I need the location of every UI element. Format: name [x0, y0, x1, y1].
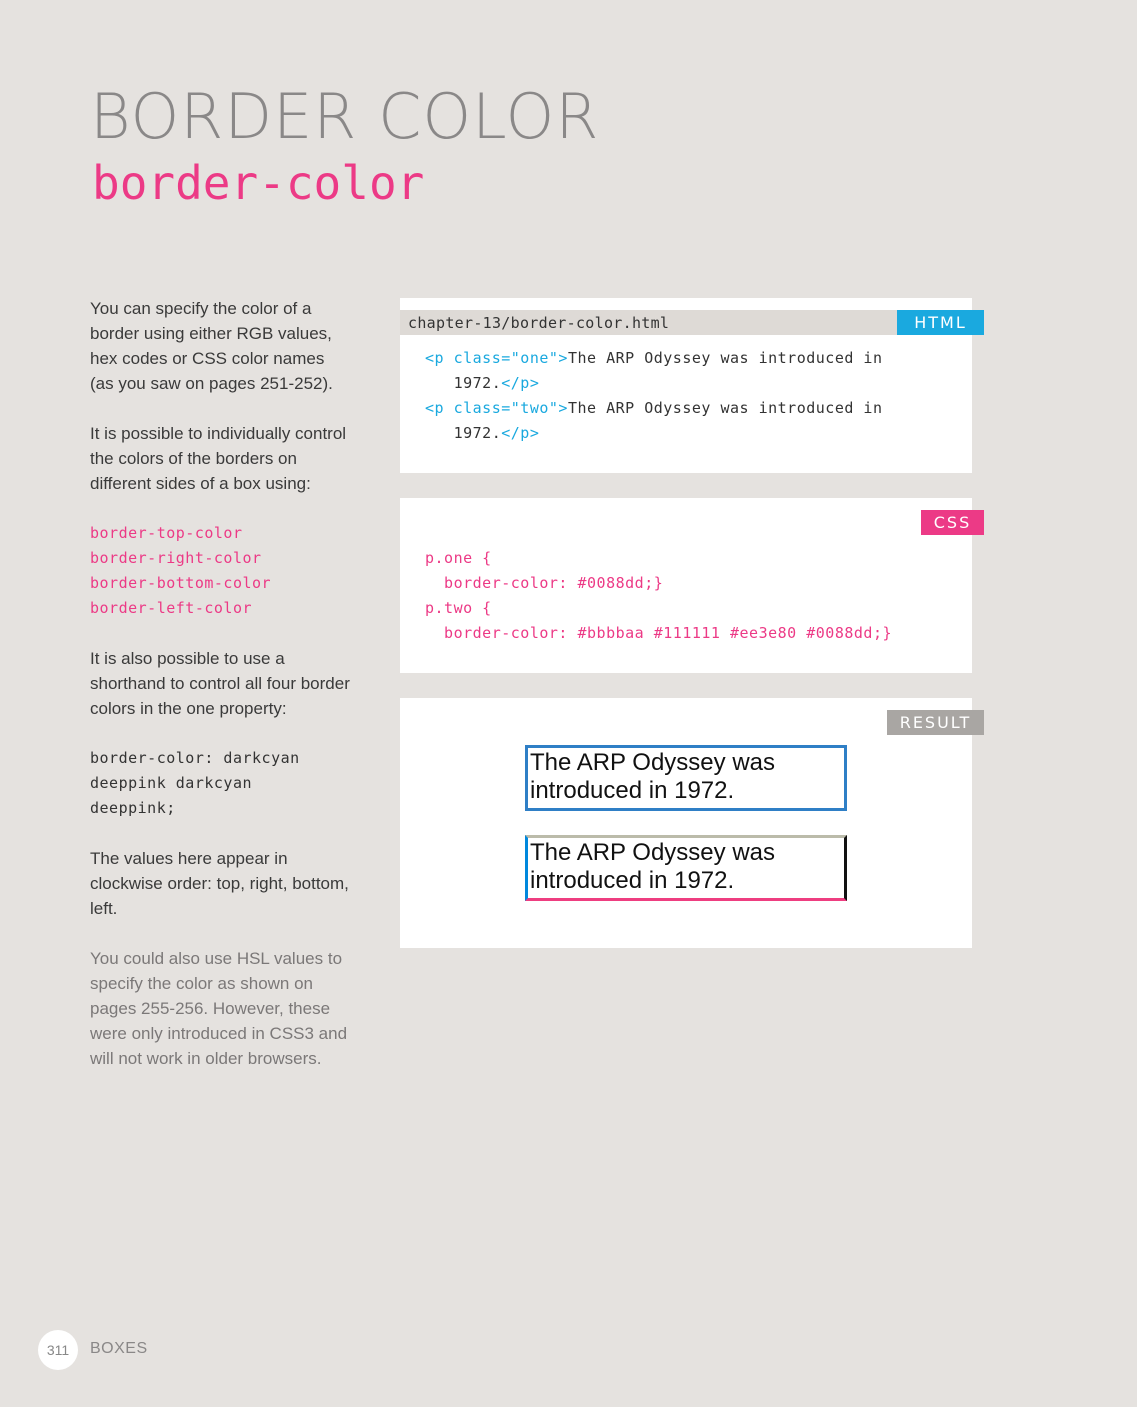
code-tag: </p>: [501, 424, 540, 442]
css-line: border-color: #0088dd;}: [425, 574, 664, 592]
html-code-panel: chapter-13/border-color.html HTML <p cla…: [400, 298, 984, 473]
shorthand-line: border-color: darkcyan: [90, 749, 300, 767]
result-tag: RESULT: [887, 710, 984, 735]
sidebar-paragraph: The values here appear in clockwise orde…: [90, 849, 349, 918]
code-text: The ARP Odyssey was introduced in: [567, 399, 883, 417]
sidebar-text: You can specify the color of a border us…: [90, 296, 352, 1096]
html-code: <p class="one">The ARP Odyssey was intro…: [425, 346, 882, 446]
code-text: 1972.: [453, 374, 502, 392]
css-tag: CSS: [921, 510, 984, 535]
sidebar-paragraph: It is possible to individually control t…: [90, 424, 347, 493]
code-text: 1972.: [453, 424, 502, 442]
css-line: border-color: #bbbbaa #111111 #ee3e80 #0…: [425, 624, 893, 642]
file-bar: chapter-13/border-color.html: [400, 310, 972, 335]
file-name: chapter-13/border-color.html: [408, 314, 670, 332]
property-item: border-bottom-color: [90, 574, 272, 592]
page-title: BORDER COLOR: [90, 80, 600, 153]
result-box-two: The ARP Odyssey was introduced in 1972.: [525, 835, 847, 901]
css-code: p.one { border-color: #0088dd;} p.two { …: [425, 546, 892, 646]
css-code-panel: CSS p.one { border-color: #0088dd;} p.tw…: [400, 498, 984, 673]
shorthand-line: deeppink;: [90, 799, 176, 817]
sidebar-paragraph: It is also possible to use a shorthand t…: [90, 649, 350, 718]
page-number: 311: [38, 1330, 78, 1370]
shorthand-line: deeppink darkcyan: [90, 774, 253, 792]
sidebar-note: You could also use HSL values to specify…: [90, 949, 348, 1068]
html-tag: HTML: [897, 310, 984, 335]
property-list: border-top-color border-right-color bord…: [90, 521, 352, 621]
code-tag: </p>: [501, 374, 540, 392]
page-subtitle: border-color: [92, 156, 425, 210]
code-tag: <p class="one">: [425, 349, 568, 367]
css-line: p.one {: [425, 549, 492, 567]
property-item: border-right-color: [90, 549, 262, 567]
property-item: border-top-color: [90, 524, 243, 542]
result-box-one: The ARP Odyssey was introduced in 1972.: [525, 745, 847, 811]
section-name: BOXES: [90, 1340, 148, 1357]
sidebar-paragraph: You can specify the color of a border us…: [90, 299, 333, 393]
code-tag: <p class="two">: [425, 399, 568, 417]
result-panel: RESULT The ARP Odyssey was introduced in…: [400, 698, 984, 948]
css-line: p.two {: [425, 599, 492, 617]
code-text: The ARP Odyssey was introduced in: [567, 349, 883, 367]
property-item: border-left-color: [90, 599, 253, 617]
shorthand-example: border-color: darkcyan deeppink darkcyan…: [90, 746, 352, 821]
